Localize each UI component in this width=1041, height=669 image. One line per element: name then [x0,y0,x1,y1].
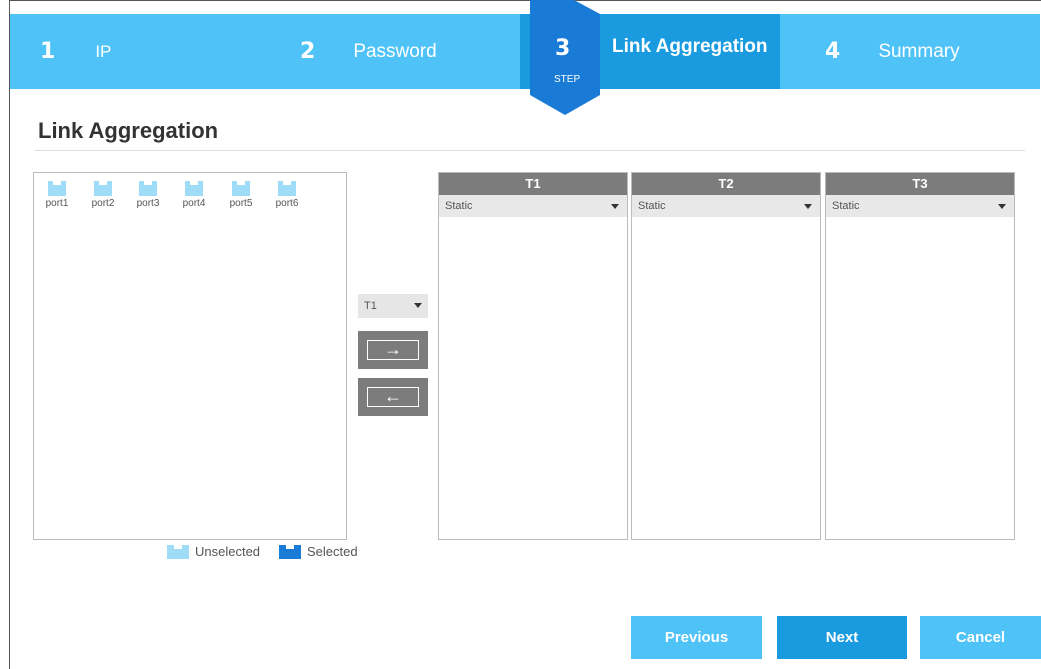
trunk-panel-t2: T2 Static [631,172,821,540]
chevron-down-icon [804,204,812,209]
chevron-down-icon [611,204,619,209]
step-number: 2 [300,39,316,64]
port-item[interactable]: port1 [42,181,72,209]
ethernet-port-icon [94,181,112,196]
step-number: 1 [40,39,56,64]
legend-label: Selected [307,544,358,559]
port-item[interactable]: port5 [226,181,256,209]
port-label: port5 [229,198,253,209]
trunk-mode-value: Static [832,200,860,212]
step-password[interactable]: 2 Password [300,14,437,89]
legend-selected: Selected [279,544,358,559]
port-item[interactable]: port6 [272,181,302,209]
trunk-header: T2 [632,173,820,195]
port-item[interactable]: port3 [133,181,163,209]
available-ports-panel: port1 port2 port3 port4 port5 port6 [33,172,347,540]
port-label: port4 [182,198,206,209]
trunk-mode-select[interactable]: Static [632,195,820,217]
trunk-mode-select[interactable]: Static [826,195,1014,217]
step-label: Summary [878,40,960,62]
chevron-down-icon [414,303,422,308]
trunk-header: T3 [826,173,1014,195]
port-label: port6 [275,198,299,209]
cancel-button[interactable]: Cancel [920,616,1041,659]
step-label: IP [95,41,112,61]
chevron-down-icon [998,204,1006,209]
step-ip[interactable]: 1 IP [40,14,111,89]
ethernet-port-icon [278,181,296,196]
trunk-mode-value: Static [638,200,666,212]
step-number: 4 [825,39,841,64]
trunk-mode-select[interactable]: Static [439,195,627,217]
step-label: Password [353,40,437,62]
page-title: Link Aggregation [38,118,219,143]
port-label: port3 [136,198,160,209]
port-item[interactable]: port4 [179,181,209,209]
legend-unselected: Unselected [167,544,260,559]
step-summary[interactable]: 4 Summary [825,14,960,89]
port-unselected-icon [167,544,189,559]
trunk-panel-t3: T3 Static [825,172,1015,540]
step-label: Link Aggregation [612,36,768,57]
ethernet-port-icon [185,181,203,196]
remove-from-trunk-button[interactable]: ← [358,378,428,416]
trunk-panel-t1: T1 Static [438,172,628,540]
trunk-select[interactable]: T1 [358,294,428,318]
ethernet-port-icon [232,181,250,196]
add-to-trunk-button[interactable]: → [358,331,428,369]
port-label: port2 [91,198,115,209]
ethernet-port-icon [48,181,66,196]
divider [35,150,1025,151]
port-item[interactable]: port2 [88,181,118,209]
ethernet-port-icon [139,181,157,196]
step-caption: STEP [554,74,581,85]
trunk-header: T1 [439,173,627,195]
legend-label: Unselected [195,544,261,559]
next-button[interactable]: Next [777,616,907,659]
arrow-left-icon: ← [367,387,419,407]
port-label: port1 [45,198,69,209]
trunk-mode-value: Static [445,200,473,212]
trunk-select-value: T1 [364,300,377,312]
previous-button[interactable]: Previous [631,616,762,659]
port-selected-icon [279,544,301,559]
arrow-right-icon: → [367,340,419,360]
step-number: 3 [555,36,571,61]
